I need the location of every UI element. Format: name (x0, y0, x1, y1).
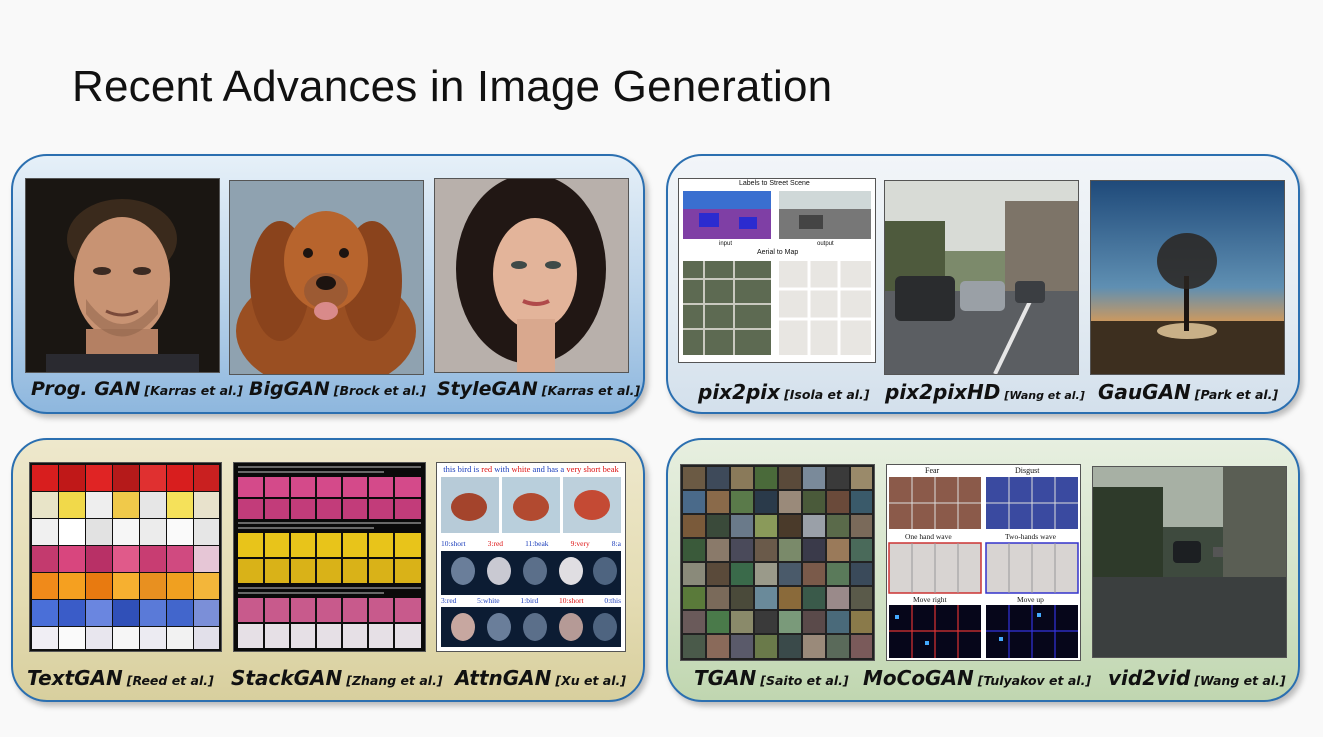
caption-textgan: TextGAN [Reed et al.] (27, 666, 214, 690)
citation: [Wang et al.] (1194, 673, 1286, 688)
model-name: GauGAN (1098, 380, 1191, 404)
pix2pix-examples-image: Labels to Street Scene Aerial to Map inp… (678, 178, 876, 363)
label-output: output (817, 241, 834, 247)
label-two-hands-wave: Two-hands wave (1005, 532, 1056, 541)
panel-video-generation: Fear Disgust One hand wave Two-hands wav… (666, 438, 1300, 702)
slide-title: Recent Advances in Image Generation (72, 62, 833, 111)
mocogan-examples-image: Fear Disgust One hand wave Two-hands wav… (886, 464, 1081, 661)
caption-biggan: BigGAN [Brock et al.] (249, 378, 426, 400)
label-disgust: Disgust (1015, 466, 1040, 475)
attn-word: 0:this (604, 596, 621, 605)
label-move-up: Move up (1017, 595, 1044, 604)
caption-tgan: TGAN [Saito et al.] (694, 666, 849, 690)
model-name: TextGAN (27, 666, 123, 690)
attn-word: 1:bird (520, 596, 539, 605)
label-one-hand-wave: One hand wave (905, 532, 952, 541)
caption-gaugan: GauGAN [Park et al.] (1098, 380, 1278, 404)
citation: [Isola et al.] (784, 387, 870, 402)
caption-pix2pix: pix2pix [Isola et al.] (698, 380, 870, 404)
label-aerial-to-map: Aerial to Map (757, 249, 799, 256)
model-name: pix2pix (698, 380, 781, 404)
panel-text-to-image: this bird is red with white and has a ve… (11, 438, 645, 702)
citation: [Wang et al.] (1004, 389, 1085, 402)
citation: [Karras et al.] (541, 383, 641, 398)
label-fear: Fear (925, 466, 940, 475)
attn-word: 8:a (611, 539, 621, 548)
attn-word: 3:red (487, 539, 504, 548)
citation: [Xu et al.] (555, 673, 626, 688)
attngan-row2-labels: 3:red 5:white 1:bird 10:short 0:this (441, 596, 621, 605)
citation: [Karras et al.] (144, 383, 243, 398)
attn-word: 5:white (477, 596, 500, 605)
gaugan-landscape-image (1090, 180, 1285, 375)
caption-stylegan: StyleGAN [Karras et al.] (437, 378, 640, 400)
caption-attngan: AttnGAN [Xu et al.] (455, 666, 626, 690)
caption-vid2vid: vid2vid [Wang et al.] (1108, 666, 1286, 690)
panel-image-to-image: Labels to Street Scene Aerial to Map inp… (666, 154, 1300, 414)
caption-pix2pixhd: pix2pixHD [Wang et al.] (885, 380, 1085, 404)
pix2pixhd-street-image (884, 180, 1079, 375)
vid2vid-street-image (1092, 466, 1287, 658)
stackgan-flowers-image (233, 462, 426, 652)
citation: [Brock et al.] (333, 383, 426, 398)
model-name: BigGAN (249, 378, 330, 400)
citation: [Tulyakov et al.] (977, 673, 1092, 688)
attn-word: 3:red (441, 596, 457, 605)
caption-progan: Prog. GAN [Karras et al.] (31, 378, 243, 400)
progan-face-image (25, 178, 220, 373)
attn-word: 10:short (559, 596, 584, 605)
attngan-row1-labels: 10:short 3:red 11:beak 9:very 8:a (441, 539, 621, 548)
model-name: vid2vid (1108, 666, 1191, 690)
attn-word: 11:beak (525, 539, 549, 548)
textgan-flowers-image (29, 462, 222, 652)
label-move-right: Move right (913, 595, 947, 604)
biggan-dog-image (229, 180, 424, 375)
model-name: Prog. GAN (31, 378, 141, 400)
attngan-birds-image: this bird is red with white and has a ve… (436, 462, 626, 652)
citation: [Reed et al.] (126, 673, 214, 688)
model-name: StyleGAN (437, 378, 538, 400)
model-name: StackGAN (231, 666, 343, 690)
model-name: AttnGAN (455, 666, 552, 690)
model-name: TGAN (694, 666, 757, 690)
citation: [Zhang et al.] (346, 673, 443, 688)
citation: [Saito et al.] (760, 673, 849, 688)
citation: [Park et al.] (1194, 387, 1279, 402)
attn-word: 10:short (441, 539, 466, 548)
caption-mocogan: MoCoGAN [Tulyakov et al.] (863, 666, 1091, 690)
model-name: MoCoGAN (863, 666, 974, 690)
stylegan-face-image (434, 178, 629, 373)
tgan-video-grid-image (680, 464, 875, 661)
label-input: input (719, 241, 733, 247)
panel-unconditional-gans: Prog. GAN [Karras et al.] BigGAN [Brock et… (11, 154, 645, 414)
attn-word: 9:very (570, 539, 590, 548)
caption-stackgan: StackGAN [Zhang et al.] (231, 666, 443, 690)
label-labels-to-street: Labels to Street Scene (739, 180, 810, 187)
model-name: pix2pixHD (885, 380, 1001, 404)
